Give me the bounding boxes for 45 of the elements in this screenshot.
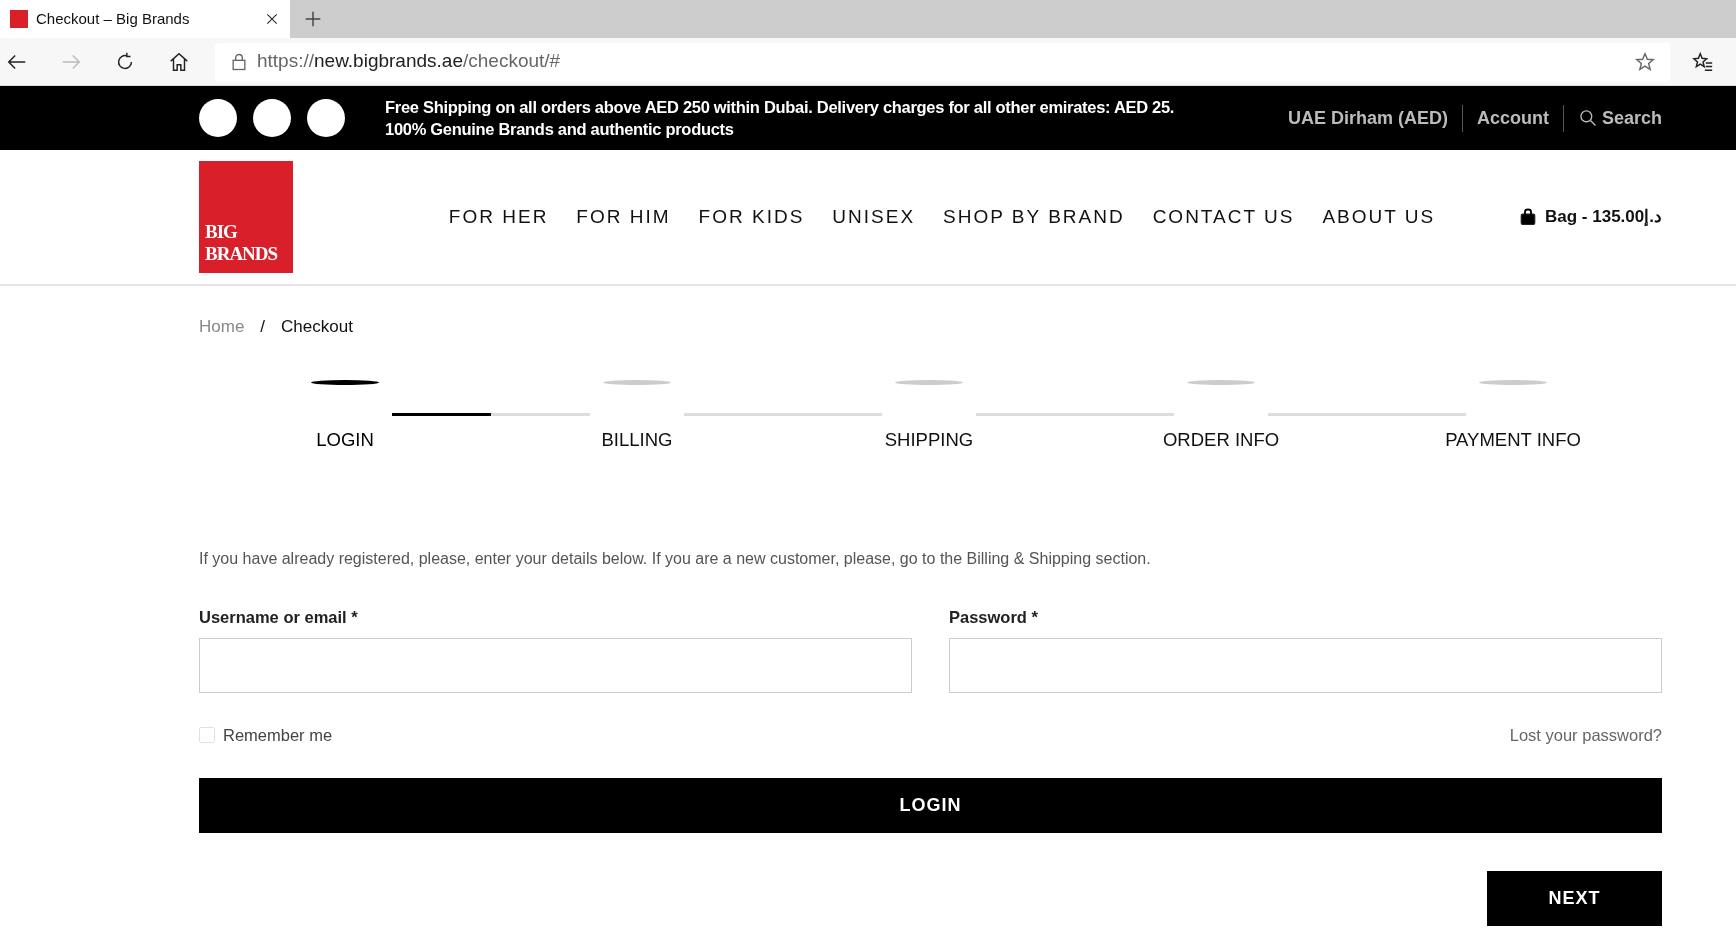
home-icon[interactable]	[168, 50, 190, 73]
field-label: Password *	[949, 607, 1039, 629]
remember-checkbox[interactable]	[199, 727, 215, 744]
remember-label: Remember me	[223, 725, 333, 746]
nav-link[interactable]: FOR HER	[448, 202, 549, 232]
intro-text: If you have already registered, please, enter your details below. If you are a new customer, please, go to the Billing & Shipping section.	[199, 549, 1152, 570]
field-label: Username or email *	[199, 607, 359, 629]
bag-link[interactable]: Bag - 135.00د.إ	[1519, 204, 1662, 230]
add-favorite-star-icon[interactable]	[1634, 50, 1656, 73]
search-icon	[1577, 108, 1598, 128]
login-button[interactable]: LOGIN	[199, 777, 1662, 833]
promo-text: 100% Genuine Brands and authentic products	[385, 119, 735, 140]
step-tab[interactable]: BILLING	[601, 425, 673, 454]
nav-link[interactable]: FOR HIM	[576, 202, 671, 232]
input-field[interactable]	[949, 638, 1662, 693]
circle-icon[interactable]	[307, 99, 345, 137]
nav-link[interactable]: FOR KIDS	[698, 202, 805, 232]
step-tab[interactable]: LOGIN	[316, 425, 374, 454]
favorites-icon[interactable]	[1692, 50, 1714, 73]
logo[interactable]: BIG BRANDS	[199, 161, 293, 273]
next-button[interactable]: NEXT	[1487, 870, 1662, 926]
step-tab[interactable]: SHIPPING	[884, 425, 974, 454]
url-text: https://new.bigbrands.ae/checkout/#	[257, 49, 562, 74]
nav-link[interactable]: ABOUT US	[1322, 202, 1436, 232]
address-field[interactable]: https://new.bigbrands.ae/checkout/#	[215, 42, 1670, 81]
currency-link[interactable]: UAE Dirham (AED)	[1273, 104, 1462, 132]
nav-link[interactable]: CONTACT US	[1152, 202, 1295, 232]
nav-link[interactable]: UNISEX	[832, 202, 916, 232]
step-tab[interactable]: ORDER INFO	[1162, 425, 1280, 454]
step-tab[interactable]: PAYMENT INFO	[1445, 425, 1581, 454]
shopping-bag-icon	[1519, 207, 1538, 227]
input-field[interactable]	[199, 638, 912, 693]
breadcrumb-current: Checkout	[281, 316, 353, 338]
search-link[interactable]: Search	[1562, 104, 1662, 132]
account-link[interactable]: Account	[1461, 104, 1563, 132]
favicon-icon	[10, 10, 28, 28]
browser-tab[interactable]: Checkout – Big Brands	[0, 0, 290, 38]
breadcrumb-link[interactable]: Home	[199, 314, 245, 340]
circle-icon[interactable]	[199, 99, 237, 137]
nav-link[interactable]: SHOP BY BRAND	[943, 202, 1125, 232]
close-icon[interactable]	[264, 11, 280, 27]
lost-password-link[interactable]: Lost your password?	[1509, 723, 1662, 748]
promo-text: Free Shipping on all orders above AED 250 within Dubai. Delivery charges for all other emirates: AED 25.	[385, 97, 1176, 118]
breadcrumb-separator: /	[260, 316, 266, 338]
circle-icon[interactable]	[253, 99, 291, 137]
